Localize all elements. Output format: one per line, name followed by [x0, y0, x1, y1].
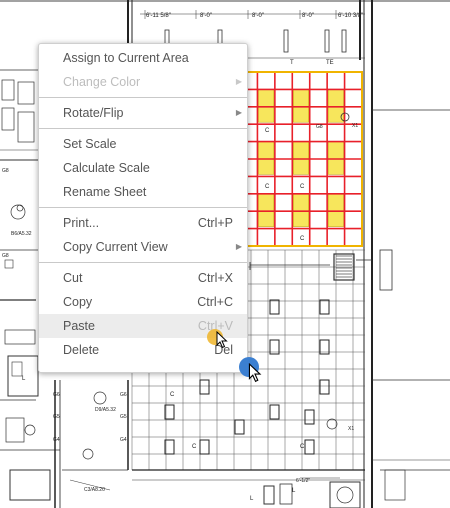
chevron-right-icon: ▶ — [235, 77, 242, 86]
menu-item-label: Rotate/Flip — [63, 106, 124, 120]
chevron-right-icon: ▶ — [235, 242, 242, 251]
label-detail-c3: C3/A8.20 — [84, 487, 105, 493]
menu-item-print[interactable]: Print... Ctrl+P — [39, 211, 247, 235]
light-fixture — [258, 193, 275, 227]
menu-item-label: Print... — [63, 216, 100, 230]
label-detail-d9: D9/A5.32 — [95, 407, 116, 413]
menu-item-label: Calculate Scale — [63, 161, 150, 175]
light-fixture — [258, 141, 275, 175]
label-g5-2: G5 — [120, 414, 127, 420]
label-detail-b6: B6/A5.32 — [11, 231, 32, 237]
menu-item-copy-current-view[interactable]: Copy Current View ▶ — [39, 235, 247, 259]
label-te: TE — [326, 60, 334, 66]
label-g8-left2: G8 — [2, 253, 9, 259]
dim-bottom: 6'-1/2" — [296, 478, 310, 484]
menu-item-label: Cut — [63, 271, 83, 285]
context-menu: Assign to Current Area Change Color ▶ Rotat… — [38, 43, 248, 373]
label-c-3: C — [300, 184, 305, 190]
light-fixture — [293, 193, 309, 227]
menu-item-label: Rename Sheet — [63, 185, 147, 199]
label-g8-left1: G8 — [2, 168, 9, 174]
light-fixture — [327, 141, 344, 175]
label-c-1: C — [265, 128, 270, 134]
dim-top-1: 6'-11 5/8" — [146, 13, 171, 19]
menu-separator — [39, 262, 247, 263]
menu-separator — [39, 207, 247, 208]
dim-top-2: 8'-0" — [200, 13, 212, 19]
label-c-4: C — [300, 236, 305, 242]
label-c-5: C — [170, 392, 175, 398]
menu-item-cut[interactable]: Cut Ctrl+X — [39, 266, 247, 290]
menu-item-shortcut: Ctrl+C — [197, 295, 233, 309]
label-t: T — [290, 60, 294, 66]
menu-item-label: Paste — [63, 319, 95, 333]
menu-item-copy[interactable]: Copy Ctrl+C — [39, 290, 247, 314]
dim-top-4: 8'-0" — [302, 13, 314, 19]
label-c-6: C — [192, 444, 197, 450]
highlighted-area[interactable] — [239, 71, 363, 247]
light-fixture — [258, 89, 275, 123]
label-g4: G4 — [53, 437, 60, 443]
label-x1-bottom: X1 — [348, 426, 354, 432]
menu-item-shortcut: Ctrl+P — [197, 216, 233, 230]
label-g8-top: G8 — [316, 124, 323, 130]
menu-item-label: Assign to Current Area — [63, 51, 189, 65]
label-g6-2: G6 — [120, 392, 127, 398]
dim-top-3: 8'-0" — [252, 13, 264, 19]
label-g5: G5 — [53, 414, 60, 420]
label-l-1: L — [22, 376, 26, 382]
light-fixture — [327, 193, 344, 227]
label-l-2: L — [292, 488, 296, 494]
menu-separator — [39, 97, 247, 98]
label-g6: G6 — [53, 392, 60, 398]
menu-item-label: Copy Current View — [63, 240, 168, 254]
menu-item-rotate-flip[interactable]: Rotate/Flip ▶ — [39, 101, 247, 125]
label-g4-2: G4 — [120, 437, 127, 443]
label-l-3: L — [250, 496, 254, 502]
dim-top-5: 6'-10 3/8" — [338, 13, 363, 19]
label-c-2: C — [265, 184, 270, 190]
menu-item-rename-sheet[interactable]: Rename Sheet — [39, 180, 247, 204]
label-x1-top: X1 — [352, 123, 358, 129]
mouse-pointer-icon — [216, 331, 228, 349]
menu-item-change-color[interactable]: Change Color ▶ — [39, 70, 247, 94]
light-fixture — [293, 89, 309, 123]
menu-item-calculate-scale[interactable]: Calculate Scale — [39, 156, 247, 180]
menu-item-set-scale[interactable]: Set Scale — [39, 132, 247, 156]
menu-item-label: Copy — [63, 295, 93, 309]
menu-item-assign-to-current-area[interactable]: Assign to Current Area — [39, 46, 247, 70]
mouse-pointer-icon — [248, 363, 262, 383]
light-fixture — [293, 141, 309, 175]
chevron-right-icon: ▶ — [235, 108, 242, 117]
menu-separator — [39, 128, 247, 129]
menu-item-label: Delete — [63, 343, 100, 357]
menu-item-shortcut: Ctrl+X — [197, 271, 233, 285]
label-c-7: C — [300, 444, 305, 450]
menu-item-label: Set Scale — [63, 137, 117, 151]
menu-item-label: Change Color — [63, 75, 141, 89]
